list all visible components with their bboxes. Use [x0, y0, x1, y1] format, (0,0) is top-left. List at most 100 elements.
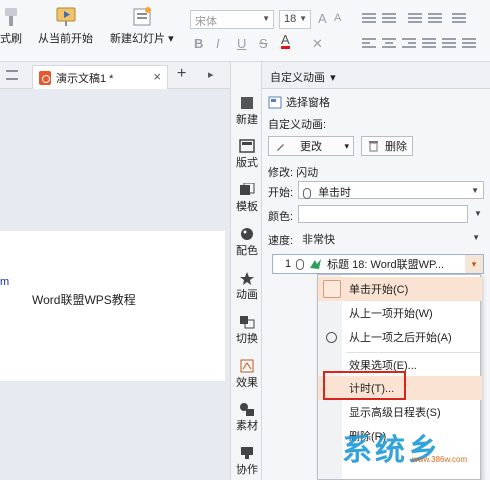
taskbar-item-template[interactable]: 模板: [231, 183, 263, 214]
justify-icon[interactable]: [422, 38, 436, 48]
start-label: 开始:: [268, 187, 294, 199]
clock-icon: [326, 332, 337, 343]
start-select[interactable]: 单击时 ▼: [298, 181, 484, 199]
menu-item-advanced-timeline[interactable]: 显示高级日程表(S): [318, 400, 482, 424]
slide[interactable]: m Word联盟WPS教程: [0, 231, 225, 381]
taskbar-label-effects: 效果: [236, 377, 258, 389]
brush-icon: [5, 8, 17, 26]
taskbar-item-new[interactable]: 新建: [231, 96, 263, 127]
new-slide-button[interactable]: 新建幻灯片 ▾: [110, 6, 174, 46]
slideshow-play-icon: [56, 7, 75, 26]
tabbar-menu-icon[interactable]: [6, 70, 18, 80]
custom-animation-label: 自定义动画:: [268, 119, 327, 131]
slide-title-fragment[interactable]: m: [0, 276, 9, 288]
new-slide-label: 新建幻灯片 ▾: [110, 33, 174, 45]
taskbar-label-transition: 切换: [236, 333, 258, 345]
delete-button-label: 删除: [385, 141, 407, 153]
chevron-down-icon: ▼: [299, 14, 307, 23]
animation-star-icon: [240, 272, 254, 285]
document-tabbar: 演示文稿1 * × + ▸: [0, 62, 230, 89]
taskbar-item-transition[interactable]: 切换: [231, 315, 263, 346]
taskbar-item-material[interactable]: 素材: [231, 402, 263, 433]
taskbar-item-color[interactable]: 配色: [231, 227, 263, 258]
align-left-icon[interactable]: [362, 38, 376, 48]
from-current-button[interactable]: 从当前开始: [38, 6, 93, 46]
speed-select[interactable]: 非常快 ▼: [298, 229, 484, 247]
align-right-icon[interactable]: [402, 38, 416, 48]
font-color-button[interactable]: A: [281, 33, 290, 49]
number-list-icon[interactable]: [382, 13, 396, 23]
slide-text[interactable]: Word联盟WPS教程: [32, 291, 136, 308]
effects-icon: [240, 359, 254, 373]
taskbar-label-collab: 协作: [236, 464, 258, 476]
taskbar-label-color: 配色: [236, 245, 258, 257]
speed-label: 速度:: [268, 235, 294, 247]
grow-font-button[interactable]: A: [318, 11, 327, 26]
distribute-icon[interactable]: [442, 38, 456, 48]
speed-select-value: 非常快: [302, 234, 335, 246]
task-pane-bar: 新建 版式 模板 配色 动画 切换 效果 素材 协作: [230, 62, 262, 480]
add-tab-button[interactable]: +: [177, 65, 186, 83]
tab-list-button[interactable]: ▸: [208, 68, 214, 81]
modify-label: 修改: 闪动: [268, 167, 319, 179]
format-painter-label: 式刷: [0, 33, 22, 45]
shrink-font-button[interactable]: A: [334, 12, 341, 24]
select-pane-link[interactable]: 选择窗格: [268, 94, 330, 110]
panel-title: 自定义动画: [270, 72, 325, 84]
template-icon: [240, 183, 255, 195]
align-center-icon[interactable]: [382, 38, 396, 48]
columns-icon[interactable]: [462, 38, 476, 48]
chevron-down-icon: ▼: [472, 233, 480, 242]
tab-document[interactable]: 演示文稿1 * ×: [32, 65, 168, 89]
line-spacing-icon[interactable]: [452, 13, 466, 23]
delete-button[interactable]: 删除: [361, 136, 413, 156]
chevron-down-icon: ▼: [471, 186, 479, 195]
watermark-url: www.386w.com: [412, 455, 468, 464]
change-button[interactable]: 更改 ▾: [268, 136, 354, 156]
slide-canvas[interactable]: m Word联盟WPS教程: [0, 89, 230, 480]
decrease-indent-icon[interactable]: [408, 13, 422, 23]
mouse-click-icon: [296, 258, 305, 270]
menu-item-after-previous[interactable]: 从上一项之后开始(A): [318, 325, 482, 349]
taskbar-label-layout: 版式: [236, 157, 258, 169]
palette-icon: [241, 228, 253, 240]
taskbar-item-effects[interactable]: 效果: [231, 359, 263, 390]
taskbar-item-animation[interactable]: 动画: [231, 271, 263, 302]
change-button-label: 更改: [300, 141, 322, 153]
wps-presentation-icon: [39, 70, 51, 85]
font-name-select[interactable]: 宋体 ▼: [190, 10, 274, 29]
taskbar-item-collab[interactable]: 协作: [231, 446, 263, 477]
taskbar-label-animation: 动画: [236, 289, 258, 301]
animation-list-item[interactable]: 1 标题 18: Word联盟WP... ▾: [272, 254, 484, 274]
increase-indent-icon[interactable]: [428, 13, 442, 23]
chevron-down-icon[interactable]: ▾: [465, 255, 483, 273]
italic-button[interactable]: I: [216, 36, 220, 51]
transition-icon: [240, 316, 255, 329]
taskbar-label-material: 素材: [236, 420, 258, 432]
bullet-list-icon[interactable]: [362, 13, 376, 23]
taskbar-item-layout[interactable]: 版式: [231, 139, 263, 170]
format-painter-button[interactable]: 式刷: [0, 6, 22, 46]
underline-button[interactable]: U: [237, 36, 246, 51]
animation-title: 标题 18: Word联盟WP...: [327, 259, 445, 271]
panel-header[interactable]: 自定义动画 ▾: [262, 62, 490, 89]
collaboration-icon: [241, 447, 253, 459]
close-icon[interactable]: ×: [153, 69, 161, 84]
effect-flash-icon: [310, 259, 322, 269]
chevron-down-icon: ▾: [330, 72, 336, 84]
chevron-down-icon[interactable]: ▼: [474, 209, 482, 218]
font-size-select[interactable]: 18 ▼: [279, 10, 311, 29]
timing-highlight-box: [323, 371, 406, 400]
menu-item-with-previous[interactable]: 从上一项开始(W): [318, 301, 482, 325]
color-select[interactable]: [298, 205, 468, 223]
bold-button[interactable]: B: [194, 36, 203, 51]
pencil-icon: [277, 143, 284, 151]
clear-format-button[interactable]: ✕: [312, 36, 323, 52]
from-current-label: 从当前开始: [38, 33, 93, 45]
taskbar-label-template: 模板: [236, 201, 258, 213]
ribbon: 式刷 从当前开始 新建幻灯片 ▾ 宋体 ▼ 18 ▼ A A B I U S A…: [0, 0, 490, 62]
strikethrough-button[interactable]: S: [259, 36, 268, 51]
menu-item-start-on-click[interactable]: 单击开始(C): [318, 277, 482, 301]
chevron-down-icon: ▼: [262, 14, 270, 23]
menu-item-label: 从上一项开始(W): [349, 308, 433, 320]
